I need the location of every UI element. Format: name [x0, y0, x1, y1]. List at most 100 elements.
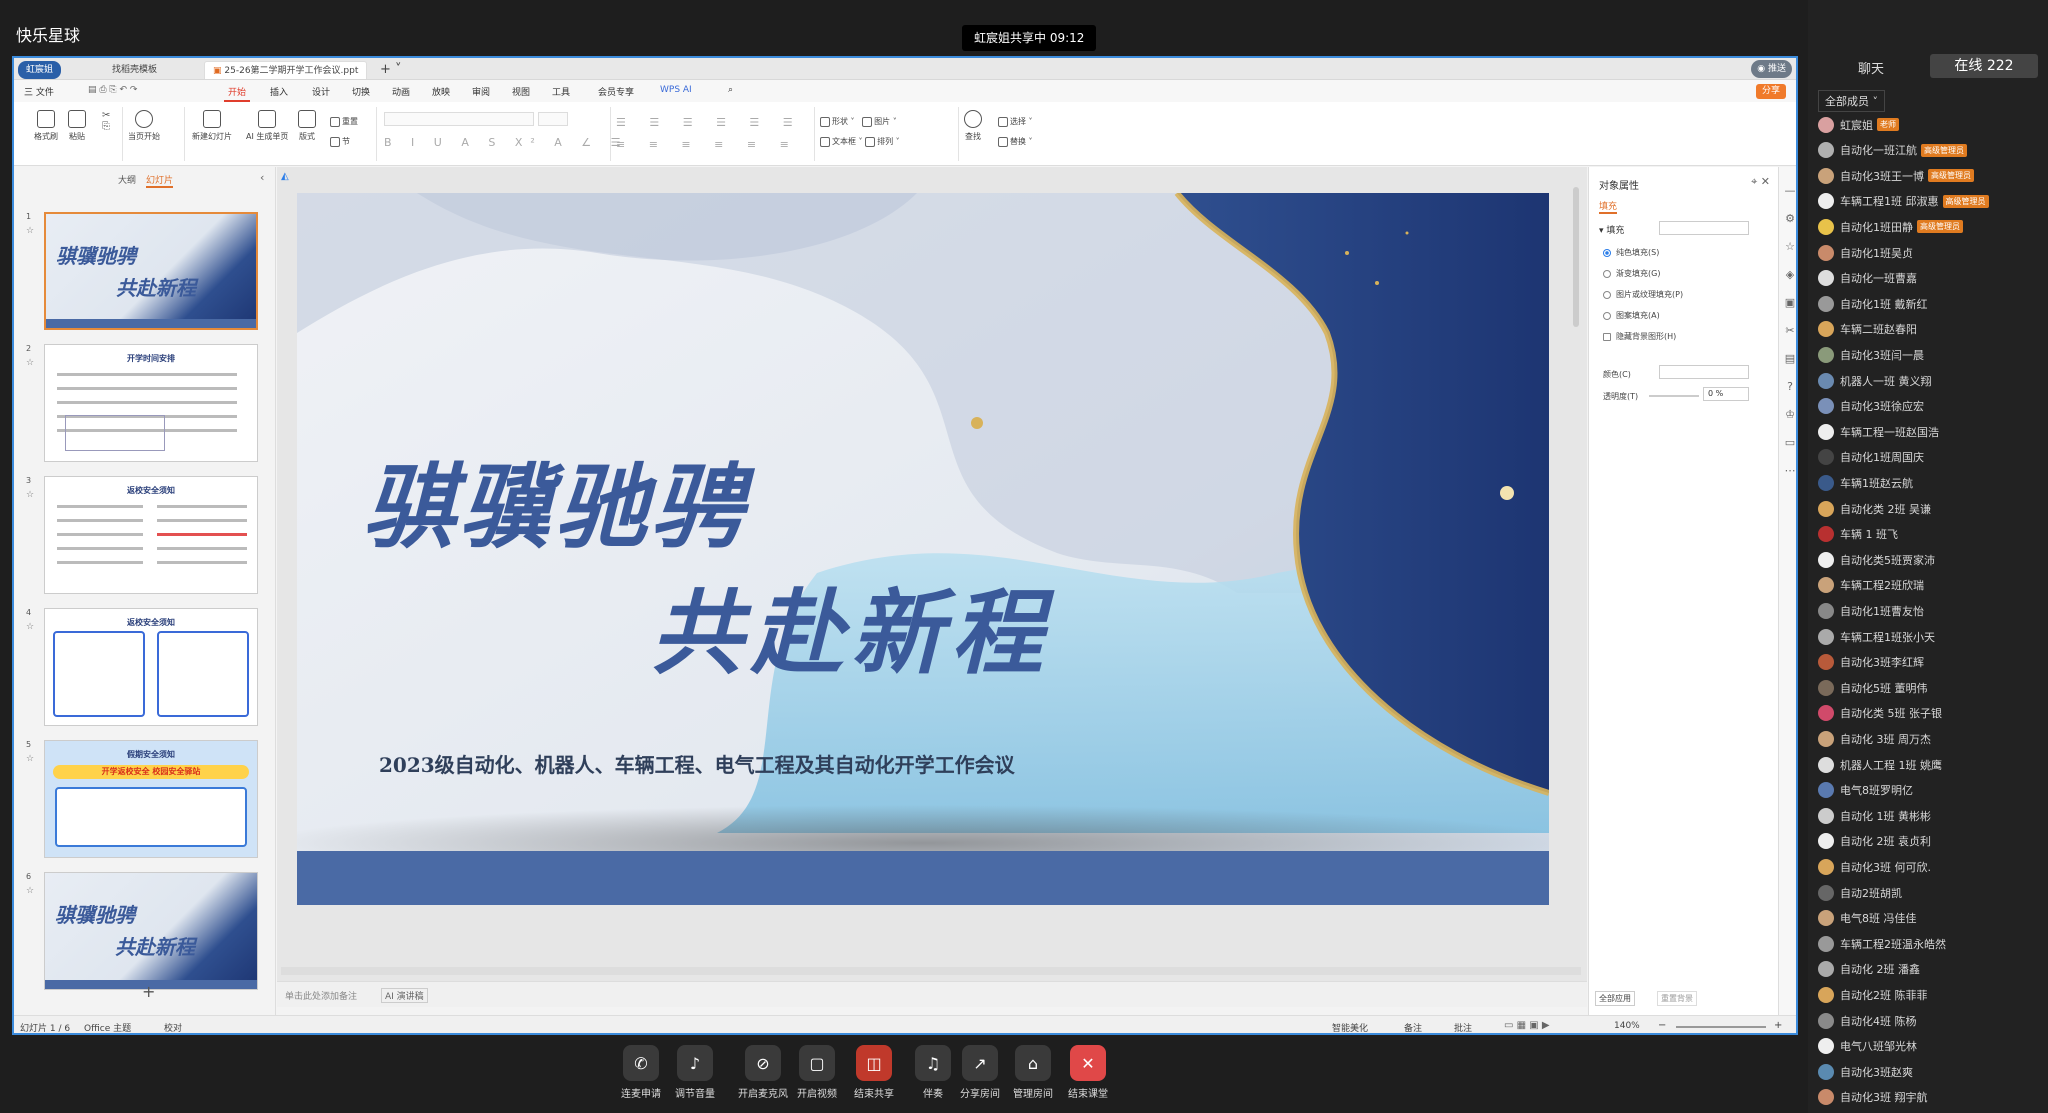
quick-access-icons[interactable]: ▤ ⎙ ⎘ ↶ ↷: [84, 83, 141, 97]
member-row[interactable]: 自动化5班 董明伟: [1818, 675, 1928, 700]
end-class-button[interactable]: ✕ 结束课堂: [1060, 1045, 1116, 1100]
tab-document[interactable]: ▣ 25-26第二学期开学工作会议.ppt: [204, 61, 368, 79]
slide-thumbnail-4[interactable]: 返校安全须知: [44, 608, 258, 726]
tab-outline[interactable]: 大纲: [118, 173, 136, 186]
star-icon[interactable]: ☆: [26, 226, 34, 236]
member-filter-select[interactable]: 全部成员 ˅: [1818, 90, 1885, 112]
mic-request-button[interactable]: ✆ 连麦申请: [613, 1045, 669, 1100]
zoom-in-icon[interactable]: +: [1774, 1020, 1782, 1031]
member-row[interactable]: 车辆二班赵春阳: [1818, 317, 1917, 342]
member-row[interactable]: 车辆工程一班赵国浩: [1818, 419, 1939, 444]
new-slide-button[interactable]: 新建幻灯片: [192, 110, 232, 142]
member-row[interactable]: 车辆工程2班欣瑞: [1818, 573, 1924, 598]
gradient-fill-radio[interactable]: 渐变填充(G): [1603, 268, 1683, 279]
slide-thumbnail-3[interactable]: 返校安全须知: [44, 476, 258, 594]
menu-wps-ai[interactable]: WPS AI: [656, 83, 696, 97]
member-row[interactable]: 自动2班胡凯: [1818, 880, 1902, 905]
member-row[interactable]: 电气8班 冯佳佳: [1818, 906, 1917, 931]
volume-button[interactable]: ♪ 调节音量: [667, 1045, 723, 1100]
manage-room-button[interactable]: ⌂ 管理房间: [1005, 1045, 1061, 1100]
tab-chat[interactable]: 聊天: [1858, 58, 1884, 77]
member-row[interactable]: 自动化一班江航 高级管理员: [1818, 138, 1967, 163]
zoom-level[interactable]: 140%: [1614, 1021, 1640, 1031]
member-row[interactable]: 车辆工程2班温永皓然: [1818, 931, 1946, 956]
horizontal-scrollbar[interactable]: [281, 967, 1581, 975]
tab-template[interactable]: 找稻壳模板: [104, 61, 165, 79]
pattern-fill-radio[interactable]: 图案填充(A): [1603, 310, 1683, 321]
find-button[interactable]: 查找: [964, 110, 982, 142]
layout-button[interactable]: 版式: [298, 110, 316, 142]
apply-all-button[interactable]: 全部应用: [1595, 991, 1635, 1006]
paragraph-icons[interactable]: ☰ ☰ ☰ ☰ ☰ ☰ ≡ ≡ ≡ ≡ ≡ ≡: [616, 112, 803, 156]
slide-subtitle[interactable]: 2023级自动化、机器人、车辆工程、电气工程及其自动化开学工作会议: [379, 749, 1015, 778]
star-icon[interactable]: ☆: [26, 622, 34, 632]
tab-slides[interactable]: 幻灯片: [146, 173, 174, 188]
menu-transition[interactable]: 切换: [348, 83, 374, 100]
member-row[interactable]: 自动化1班曹友怡: [1818, 598, 1924, 623]
slide-thumbnail-5[interactable]: 假期安全须知 开学返校安全 校园安全驿站: [44, 740, 258, 858]
ai-speech-button[interactable]: AI 演讲稿: [381, 988, 428, 1003]
menu-file[interactable]: 三 文件: [20, 83, 58, 100]
menu-home[interactable]: 开始: [224, 83, 251, 102]
reset-background-button[interactable]: 重置背景: [1657, 991, 1697, 1006]
tab-fill[interactable]: 填充: [1599, 199, 1618, 214]
zoom-slider[interactable]: [1676, 1026, 1766, 1028]
font-size-select[interactable]: [538, 112, 568, 126]
member-row[interactable]: 自动化4班 陈杨: [1818, 1008, 1917, 1033]
share-button[interactable]: 分享: [1755, 84, 1786, 99]
notes-pane[interactable]: 单击此处添加备注 AI 演讲稿: [277, 981, 1587, 1007]
slide-canvas[interactable]: ◭ 骐骥驰骋 共赴新程 2023级自动化、机器人、车辆工程、电气工程及其自动化开…: [277, 167, 1587, 1007]
menu-member[interactable]: 会员专享: [594, 83, 638, 100]
format-painter-button[interactable]: 格式刷: [34, 110, 58, 142]
fill-type-select[interactable]: [1659, 221, 1749, 235]
member-row[interactable]: 车辆1班赵云航: [1818, 470, 1913, 495]
hide-bg-checkbox[interactable]: 隐藏背景图形(H): [1603, 331, 1683, 342]
member-row[interactable]: 电气8班罗明亿: [1818, 778, 1913, 803]
member-row[interactable]: 自动化类5班贾家沛: [1818, 547, 1935, 572]
member-row[interactable]: 车辆工程1班张小天: [1818, 624, 1935, 649]
picture-fill-radio[interactable]: 图片或纹理填充(P): [1603, 289, 1683, 300]
member-row[interactable]: 自动化类 5班 张子银: [1818, 701, 1942, 726]
avatar[interactable]: ◉ 推送: [1751, 60, 1792, 78]
paste-button[interactable]: 粘贴: [68, 110, 86, 142]
member-row[interactable]: 自动化一班曹嘉: [1818, 266, 1917, 291]
tab-online[interactable]: 在线 222: [1930, 54, 2038, 78]
vertical-scrollbar[interactable]: [1573, 187, 1579, 327]
view-mode-icons[interactable]: ▭ ▦ ▣ ▶: [1504, 1020, 1550, 1031]
notes-toggle[interactable]: 备注: [1404, 1021, 1422, 1033]
font-style-icons[interactable]: B I U A S X² A ∠ ☰: [384, 136, 629, 149]
menu-slideshow[interactable]: 放映: [428, 83, 454, 100]
star-icon[interactable]: ☆: [26, 754, 34, 764]
member-row[interactable]: 自动化1班 戴新红: [1818, 291, 1928, 316]
theme-name[interactable]: Office 主题: [84, 1021, 131, 1033]
member-row[interactable]: 自动化类 2班 吴谦: [1818, 496, 1931, 521]
member-row[interactable]: 自动化3班徐应宏: [1818, 394, 1924, 419]
star-icon[interactable]: ☆: [26, 886, 34, 896]
menu-insert[interactable]: 插入: [266, 83, 292, 100]
member-row[interactable]: 机器人一班 黄义翔: [1818, 368, 1932, 393]
slide-thumbnail-6[interactable]: 骐骥驰骋 共赴新程: [44, 872, 258, 990]
video-button[interactable]: ▢ 开启视频: [789, 1045, 845, 1100]
search-icon[interactable]: ⌕: [724, 83, 737, 97]
member-row[interactable]: 自动化3班 翔宇航: [1818, 1085, 1928, 1110]
zoom-out-icon[interactable]: −: [1658, 1020, 1666, 1031]
side-tool-icons[interactable]: — ⚙ ☆ ◈ ▣ ✂ ▤? ♔ ▭ ⋯: [1783, 177, 1796, 485]
collapse-panel-icon[interactable]: ‹: [260, 171, 264, 184]
menu-animation[interactable]: 动画: [388, 83, 414, 100]
member-row[interactable]: 自动化1班周国庆: [1818, 445, 1924, 470]
share-room-button[interactable]: ↗ 分享房间: [952, 1045, 1008, 1100]
comment-toggle[interactable]: 批注: [1454, 1021, 1472, 1033]
microphone-button[interactable]: ⊘ 开启麦克风: [735, 1045, 791, 1100]
member-row[interactable]: 车辆工程1班 邱淑惠 高级管理员: [1818, 189, 1989, 214]
proofing-button[interactable]: 校对: [164, 1021, 182, 1033]
beautify-button[interactable]: 智能美化: [1332, 1021, 1368, 1033]
font-name-select[interactable]: [384, 112, 534, 126]
select-replace-group[interactable]: 选择 ˅ 替换 ˅: [998, 112, 1033, 152]
menu-design[interactable]: 设计: [308, 83, 334, 100]
member-row[interactable]: 电气八班邹光林: [1818, 1034, 1917, 1059]
new-tab-button[interactable]: + ˅: [372, 61, 410, 79]
member-row[interactable]: 自动化3班赵爽: [1818, 1059, 1913, 1084]
member-row[interactable]: 自动化3班闫一晨: [1818, 342, 1924, 367]
member-row[interactable]: 自动化3班 何可欣.: [1818, 854, 1931, 879]
menu-review[interactable]: 审阅: [468, 83, 494, 100]
